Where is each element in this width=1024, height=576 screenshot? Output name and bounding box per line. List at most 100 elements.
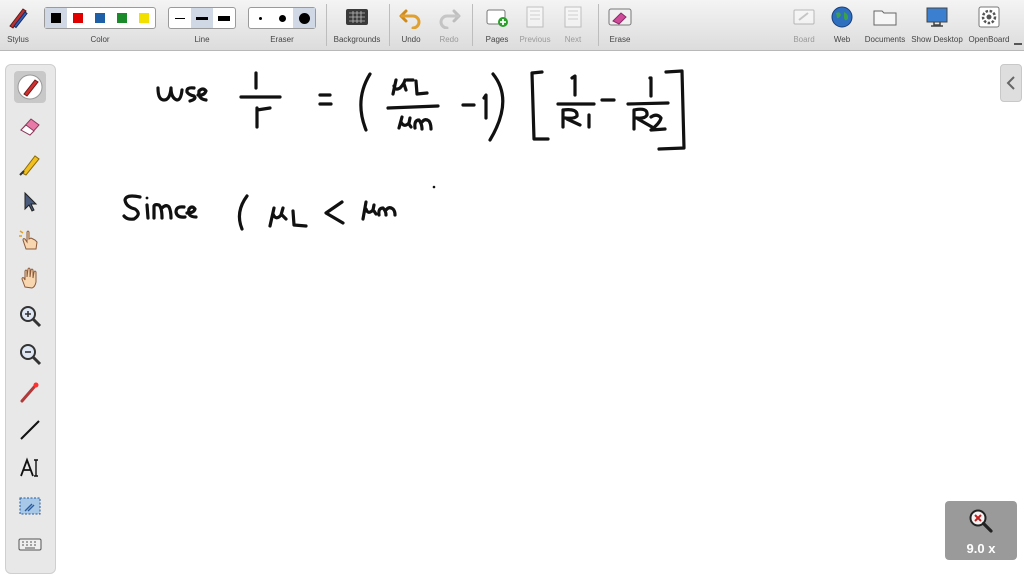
handwriting-line-2 [122, 185, 436, 231]
toolbar-divider [389, 4, 390, 46]
color-label: Color [90, 35, 110, 44]
line-group: Line [168, 0, 236, 50]
zoom-out-tool[interactable] [14, 338, 46, 370]
line-thick[interactable] [213, 8, 235, 28]
keyboard-tool[interactable] [14, 528, 46, 560]
color-swatch-red[interactable] [67, 8, 89, 28]
web-button[interactable]: Web [824, 0, 860, 50]
desktop-icon [926, 7, 948, 27]
capture-tool[interactable] [14, 490, 46, 522]
globe-icon [831, 6, 853, 28]
zoom-in-tool[interactable] [14, 300, 46, 332]
minimize-icon [1014, 43, 1022, 45]
stylus-button[interactable]: Stylus [0, 0, 36, 50]
web-label: Web [833, 35, 851, 44]
tool-palette [5, 64, 56, 574]
line-width-picker [168, 7, 236, 29]
main-toolbar: Stylus Color Line Eraser Backgrounds Und… [0, 0, 1024, 51]
undo-button[interactable]: Undo [394, 0, 428, 50]
backgrounds-label: Backgrounds [333, 35, 381, 44]
pen-icon [17, 74, 43, 100]
chevron-left-icon [1006, 76, 1015, 90]
openboard-menu-button[interactable]: OpenBoard [966, 0, 1012, 50]
page-panel-toggle[interactable] [1000, 64, 1022, 102]
next-label: Next [564, 35, 582, 44]
eraser-small[interactable] [249, 8, 271, 28]
pages-label: Pages [485, 35, 509, 44]
handwriting-line-1 [156, 69, 686, 151]
next-page-icon [564, 6, 582, 28]
interact-tool[interactable] [14, 224, 46, 256]
show-desktop-label: Show Desktop [911, 35, 963, 44]
show-desktop-button[interactable]: Show Desktop [910, 0, 964, 50]
minimize-button[interactable] [1013, 38, 1023, 48]
erase-label: Erase [609, 35, 631, 44]
whiteboard-canvas[interactable] [60, 52, 1000, 572]
pages-button[interactable]: Pages [478, 0, 516, 50]
eraser-large[interactable] [293, 8, 315, 28]
marker-tool[interactable] [14, 148, 46, 180]
add-page-icon [486, 9, 508, 27]
erase-board-icon [608, 8, 632, 26]
redo-button[interactable]: Redo [432, 0, 466, 50]
eraser-medium[interactable] [271, 8, 293, 28]
color-swatch-black[interactable] [45, 8, 67, 28]
marker-icon [19, 155, 40, 176]
color-swatch-green[interactable] [111, 8, 133, 28]
toolbar-divider [326, 4, 327, 46]
hand-interact-icon [19, 230, 38, 250]
zoom-reset-icon [969, 509, 993, 533]
eraser-icon [20, 118, 40, 136]
capture-icon [19, 497, 41, 515]
next-page-button[interactable]: Next [554, 0, 592, 50]
openboard-label: OpenBoard [968, 35, 1010, 44]
line-medium[interactable] [191, 8, 213, 28]
color-group: Color [44, 0, 156, 50]
stylus-label: Stylus [7, 35, 29, 44]
toolbar-divider [598, 4, 599, 46]
redo-icon [439, 9, 461, 29]
toolbar-divider [472, 4, 473, 46]
eraser-tool[interactable] [14, 110, 46, 142]
selector-tool[interactable] [14, 186, 46, 218]
eraser-label: Eraser [270, 35, 294, 44]
erase-board-button[interactable]: Erase [602, 0, 638, 50]
line-label: Line [194, 35, 210, 44]
laser-pointer-icon [20, 382, 39, 403]
documents-button[interactable]: Documents [862, 0, 908, 50]
line-icon [20, 420, 40, 440]
previous-label: Previous [519, 35, 551, 44]
line-tool[interactable] [14, 414, 46, 446]
previous-page-icon [526, 6, 544, 28]
text-icon [20, 457, 38, 477]
pen-tool[interactable] [14, 71, 46, 103]
zoom-indicator[interactable]: 9.0 x [945, 501, 1017, 560]
board-icon [793, 9, 815, 25]
hand-pan-icon [21, 267, 37, 289]
previous-page-button[interactable]: Previous [516, 0, 554, 50]
zoom-in-icon [20, 306, 42, 328]
stylus-icon [9, 8, 28, 29]
board-label: Board [793, 35, 815, 44]
laser-pointer-tool[interactable] [14, 376, 46, 408]
settings-gear-icon [978, 6, 1000, 28]
keyboard-icon [18, 538, 42, 551]
color-palette [44, 7, 156, 29]
redo-label: Redo [439, 35, 459, 44]
zoom-out-icon [20, 344, 42, 366]
zoom-level-text: 9.0 x [966, 541, 996, 556]
undo-icon [399, 9, 421, 29]
pan-tool[interactable] [14, 262, 46, 294]
text-tool[interactable] [14, 452, 46, 484]
line-thin[interactable] [169, 8, 191, 28]
color-swatch-blue[interactable] [89, 8, 111, 28]
undo-label: Undo [401, 35, 421, 44]
pointer-icon [24, 191, 38, 212]
backgrounds-icon [346, 9, 368, 25]
board-mode-button[interactable]: Board [786, 0, 822, 50]
color-swatch-yellow[interactable] [133, 8, 155, 28]
backgrounds-button[interactable]: Backgrounds [330, 0, 384, 50]
documents-label: Documents [864, 35, 906, 44]
eraser-group: Eraser [248, 0, 316, 50]
eraser-size-picker [248, 7, 316, 29]
